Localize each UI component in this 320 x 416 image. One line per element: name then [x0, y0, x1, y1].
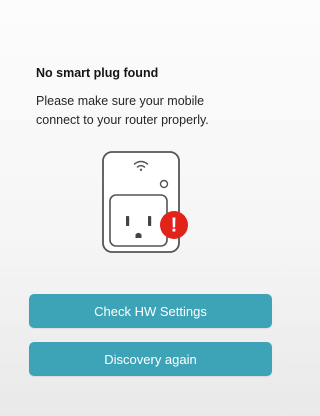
discovery-again-button[interactable]: Discovery again — [29, 342, 272, 376]
error-message-line-2: connect to your router properly. — [36, 113, 209, 127]
smart-plug-icon: ! — [102, 151, 188, 253]
no-plug-found-screen: No smart plug found Please make sure you… — [0, 0, 281, 416]
error-alert-icon: ! — [160, 211, 188, 239]
alert-glyph: ! — [171, 215, 178, 237]
error-message: Please make sure your mobile connect to … — [36, 92, 268, 130]
smart-plug-illustration: ! — [97, 148, 191, 260]
error-title: No smart plug found — [36, 66, 159, 80]
check-hw-settings-button[interactable]: Check HW Settings — [29, 294, 272, 328]
error-message-line-1: Please make sure your mobile — [36, 94, 205, 108]
